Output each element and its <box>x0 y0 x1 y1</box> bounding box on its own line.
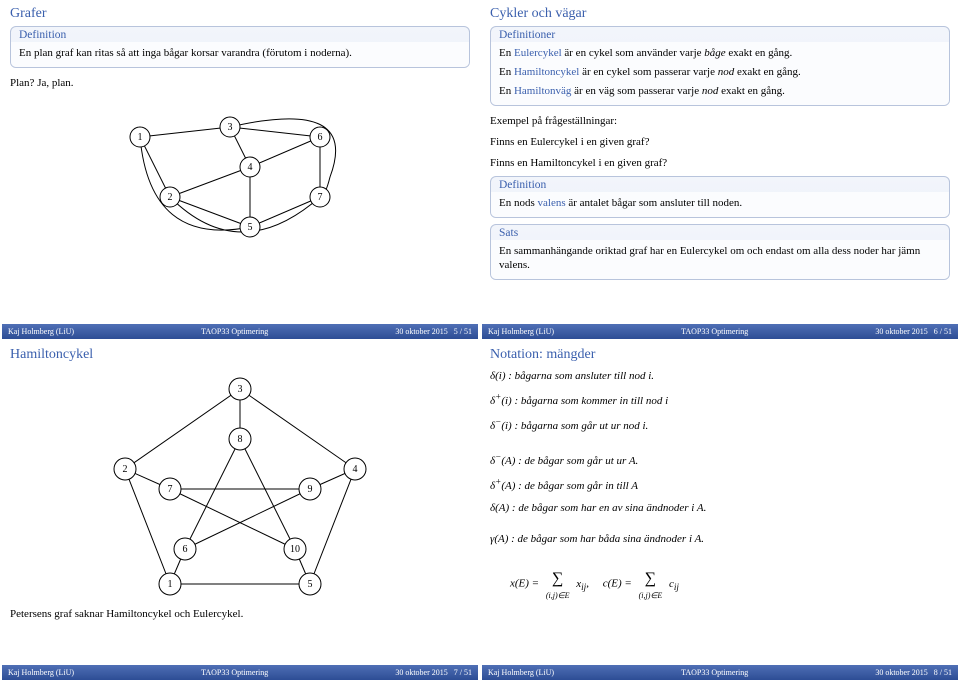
svg-text:5: 5 <box>308 579 313 590</box>
svg-text:7: 7 <box>318 192 323 203</box>
svg-text:6: 6 <box>318 132 323 143</box>
box-heading: Definition <box>491 177 949 192</box>
svg-text:9: 9 <box>308 484 313 495</box>
box-heading: Definitioner <box>491 27 949 42</box>
definitions-box: Definitioner En Eulercykel är en cykel s… <box>490 26 950 106</box>
slide-title: Grafer <box>10 6 470 22</box>
svg-text:4: 4 <box>248 162 253 173</box>
box-body: En nods valens är antalet bågar som ansl… <box>491 192 949 217</box>
slide-8: Notation: mängder δ(i) : bågarna som ans… <box>482 343 958 680</box>
slide-footer: Kaj Holmberg (LiU) TAOP33 Optimering 30 … <box>2 665 478 680</box>
slide-5: Grafer Definition En plan graf kan ritas… <box>2 2 478 339</box>
delta-i: δ(i) : bågarna som ansluter till nod i. <box>490 369 950 384</box>
footer-date: 30 oktober 2015 <box>395 327 447 336</box>
example-q2: Finns en Hamiltoncykel i en given graf? <box>490 156 950 171</box>
delta-plus-i: δ+(i) : bågarna som kommer in till nod i <box>490 390 950 409</box>
hamiltonvag-line: En Hamiltonväg är en väg som passerar va… <box>499 84 941 99</box>
svg-text:1: 1 <box>138 132 143 143</box>
svg-text:1: 1 <box>168 579 173 590</box>
plan-question: Plan? Ja, plan. <box>10 76 470 91</box>
definition-box: Definition En plan graf kan ritas så att… <box>10 26 470 68</box>
svg-text:3: 3 <box>228 122 233 133</box>
example-heading: Exempel på frågeställningar: <box>490 114 950 129</box>
hamilton-line: En Hamiltoncykel är en cykel som passera… <box>499 65 941 80</box>
footer-course: TAOP33 Optimering <box>554 668 875 677</box>
footer-author: Kaj Holmberg (LiU) <box>488 327 554 336</box>
slide-6: Cykler och vägar Definitioner En Eulercy… <box>482 2 958 339</box>
slide-title: Hamiltoncykel <box>10 347 470 363</box>
svg-text:3: 3 <box>238 384 243 395</box>
svg-text:8: 8 <box>238 434 243 445</box>
svg-text:7: 7 <box>168 484 173 495</box>
petersen-graph: 3 4 5 1 2 8 9 10 6 7 <box>10 369 470 599</box>
slide-7: Hamiltoncykel 3 4 5 <box>2 343 478 680</box>
footer-page: 7 / 51 <box>454 668 472 677</box>
footer-author: Kaj Holmberg (LiU) <box>8 327 74 336</box>
slide-footer: Kaj Holmberg (LiU) TAOP33 Optimering 30 … <box>482 665 958 680</box>
delta-minus-i: δ−(i) : bågarna som går ut ur nod i. <box>490 415 950 434</box>
footer-date: 30 oktober 2015 <box>875 327 927 336</box>
footer-author: Kaj Holmberg (LiU) <box>488 668 554 677</box>
svg-text:5: 5 <box>248 222 253 233</box>
svg-text:2: 2 <box>123 464 128 475</box>
delta-A: δ(A) : de bågar som har en av sina ändno… <box>490 501 950 516</box>
example-q1: Finns en Eulercykel i en given graf? <box>490 135 950 150</box>
footer-page: 5 / 51 <box>454 327 472 336</box>
footer-page: 6 / 51 <box>934 327 952 336</box>
gamma-A: γ(A) : de bågar som har båda sina ändnod… <box>490 532 950 547</box>
svg-text:2: 2 <box>168 192 173 203</box>
footer-course: TAOP33 Optimering <box>74 327 395 336</box>
slide-footer: Kaj Holmberg (LiU) TAOP33 Optimering 30 … <box>2 324 478 339</box>
footer-course: TAOP33 Optimering <box>74 668 395 677</box>
svg-text:4: 4 <box>353 464 358 475</box>
svg-text:6: 6 <box>183 544 188 555</box>
box-heading: Sats <box>491 225 949 240</box>
delta-minus-A: δ−(A) : de bågar som går ut ur A. <box>490 450 950 469</box>
svg-text:10: 10 <box>290 544 300 555</box>
sats-box: Sats En sammanhängande oriktad graf har … <box>490 224 950 281</box>
petersen-caption: Petersens graf saknar Hamiltoncykel och … <box>10 607 470 622</box>
slide-title: Notation: mängder <box>490 347 950 363</box>
box-heading: Definition <box>11 27 469 42</box>
footer-page: 8 / 51 <box>934 668 952 677</box>
box-body: En Eulercykel är en cykel som använder v… <box>491 42 949 105</box>
footer-date: 30 oktober 2015 <box>875 668 927 677</box>
footer-date: 30 oktober 2015 <box>395 668 447 677</box>
slide-footer: Kaj Holmberg (LiU) TAOP33 Optimering 30 … <box>482 324 958 339</box>
delta-plus-A: δ+(A) : de bågar som går in till A <box>490 476 950 495</box>
footer-author: Kaj Holmberg (LiU) <box>8 668 74 677</box>
definition-box-2: Definition En nods valens är antalet båg… <box>490 176 950 218</box>
footer-course: TAOP33 Optimering <box>554 327 875 336</box>
box-body: En plan graf kan ritas så att inga bågar… <box>11 42 469 67</box>
box-body: En sammanhängande oriktad graf har en Eu… <box>491 240 949 280</box>
planar-graph: 1 3 6 4 2 5 7 <box>10 97 470 267</box>
euler-line: En Eulercykel är en cykel som använder v… <box>499 46 941 61</box>
slide-title: Cykler och vägar <box>490 6 950 22</box>
equation: x(E) = ∑(i,j)∈E xij, c(E) = ∑(i,j)∈E cij <box>490 565 950 603</box>
